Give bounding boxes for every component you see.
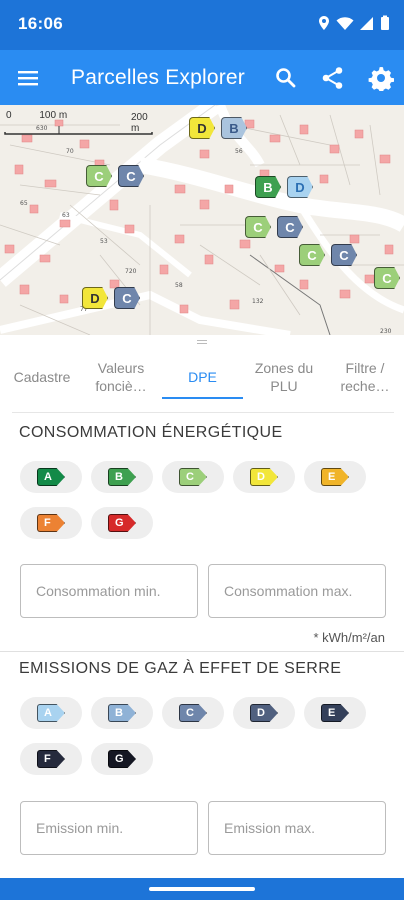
- tab-cadastre[interactable]: Cadastre: [8, 352, 76, 402]
- battery-icon: [380, 15, 390, 31]
- energy-class-chip-e[interactable]: E: [304, 461, 366, 493]
- emission-min-field[interactable]: [20, 801, 198, 855]
- energy-class-chip-b[interactable]: B: [91, 461, 153, 493]
- search-icon[interactable]: [273, 65, 299, 91]
- consumption-max-field[interactable]: [208, 564, 386, 618]
- ges-class-chip-d[interactable]: D: [233, 697, 295, 729]
- tab-dpe[interactable]: DPE: [162, 352, 243, 402]
- energy-class-badge: G: [108, 514, 136, 532]
- consumption-min-field[interactable]: [20, 564, 198, 618]
- ges-class-badge: G: [108, 750, 136, 768]
- energy-class-chip-g[interactable]: G: [91, 507, 153, 539]
- energy-class-chip-c[interactable]: C: [162, 461, 224, 493]
- status-icons: [318, 15, 390, 31]
- active-tab-indicator: [162, 397, 243, 399]
- cadastre-map[interactable]: 630706563 145372077 1325823056 0 100 m 2…: [0, 105, 404, 335]
- energy-class-badge: F: [37, 514, 65, 532]
- home-gesture-pill[interactable]: [149, 887, 255, 891]
- menu-icon[interactable]: [16, 66, 40, 90]
- energy-class-badge: C: [179, 468, 207, 486]
- ges-class-chip-a[interactable]: A: [20, 697, 82, 729]
- signal-icon: [360, 15, 374, 31]
- consumption-min-input[interactable]: [21, 565, 197, 617]
- energy-class-badge: D: [250, 468, 278, 486]
- ges-class-chip-c[interactable]: C: [162, 697, 224, 729]
- ges-class-chip-b[interactable]: B: [91, 697, 153, 729]
- share-icon[interactable]: [320, 65, 346, 91]
- status-bar: 16:06: [0, 0, 404, 50]
- svg-text:53: 53: [100, 238, 108, 245]
- app-bar: Parcelles Explorer: [0, 50, 404, 105]
- svg-text:63: 63: [62, 212, 70, 219]
- svg-text:56: 56: [235, 148, 243, 155]
- ges-class-chip-f[interactable]: F: [20, 743, 82, 775]
- energy-class-badge: A: [37, 468, 65, 486]
- consumption-unit: * kWh/m²/an: [313, 630, 385, 645]
- ges-class-badge: A: [37, 704, 65, 722]
- ges-class-chip-e[interactable]: E: [304, 697, 366, 729]
- ges-class-badge: C: [179, 704, 207, 722]
- svg-text:132: 132: [252, 298, 264, 305]
- drag-handle[interactable]: [197, 340, 207, 344]
- energy-class-chip-f[interactable]: F: [20, 507, 82, 539]
- emission-max-field[interactable]: [208, 801, 386, 855]
- tab-bar: Cadastre Valeurs fonciè… DPE Zones du PL…: [0, 352, 404, 413]
- svg-text:65: 65: [20, 200, 28, 207]
- settings-gear-icon[interactable]: [368, 65, 394, 93]
- scale-200m: 200 m: [131, 112, 148, 134]
- status-time: 16:06: [18, 14, 63, 33]
- section-divider: [0, 651, 404, 652]
- ges-class-badge: B: [108, 704, 136, 722]
- tab-zones-plu[interactable]: Zones du PLU: [250, 352, 318, 402]
- svg-text:230: 230: [380, 328, 392, 335]
- consumption-max-input[interactable]: [209, 565, 385, 617]
- tab-filtre-recherche[interactable]: Filtre / reche…: [328, 352, 402, 402]
- svg-text:70: 70: [66, 148, 74, 155]
- svg-text:720: 720: [125, 268, 137, 275]
- emission-min-input[interactable]: [21, 802, 197, 854]
- app-title: Parcelles Explorer: [71, 66, 245, 89]
- ges-section-title: EMISSIONS DE GAZ À EFFET DE SERRE: [19, 660, 342, 677]
- emission-max-input[interactable]: [209, 802, 385, 854]
- location-icon: [318, 15, 330, 31]
- energy-class-badge: E: [321, 468, 349, 486]
- ges-class-badge: D: [250, 704, 278, 722]
- energy-section-title: CONSOMMATION ÉNERGÉTIQUE: [19, 424, 283, 441]
- map-canvas: 630706563 145372077 1325823056: [0, 105, 404, 335]
- wifi-icon: [336, 15, 354, 31]
- energy-class-chip-d[interactable]: D: [233, 461, 295, 493]
- tab-valeurs-foncieres[interactable]: Valeurs fonciè…: [86, 352, 156, 402]
- navigation-bar: [0, 878, 404, 900]
- energy-class-badge: B: [108, 468, 136, 486]
- ges-class-chip-g[interactable]: G: [91, 743, 153, 775]
- ges-class-badge: E: [321, 704, 349, 722]
- svg-text:58: 58: [175, 282, 183, 289]
- tabs-divider: [12, 412, 394, 413]
- ges-class-badge: F: [37, 750, 65, 768]
- energy-class-chip-a[interactable]: A: [20, 461, 82, 493]
